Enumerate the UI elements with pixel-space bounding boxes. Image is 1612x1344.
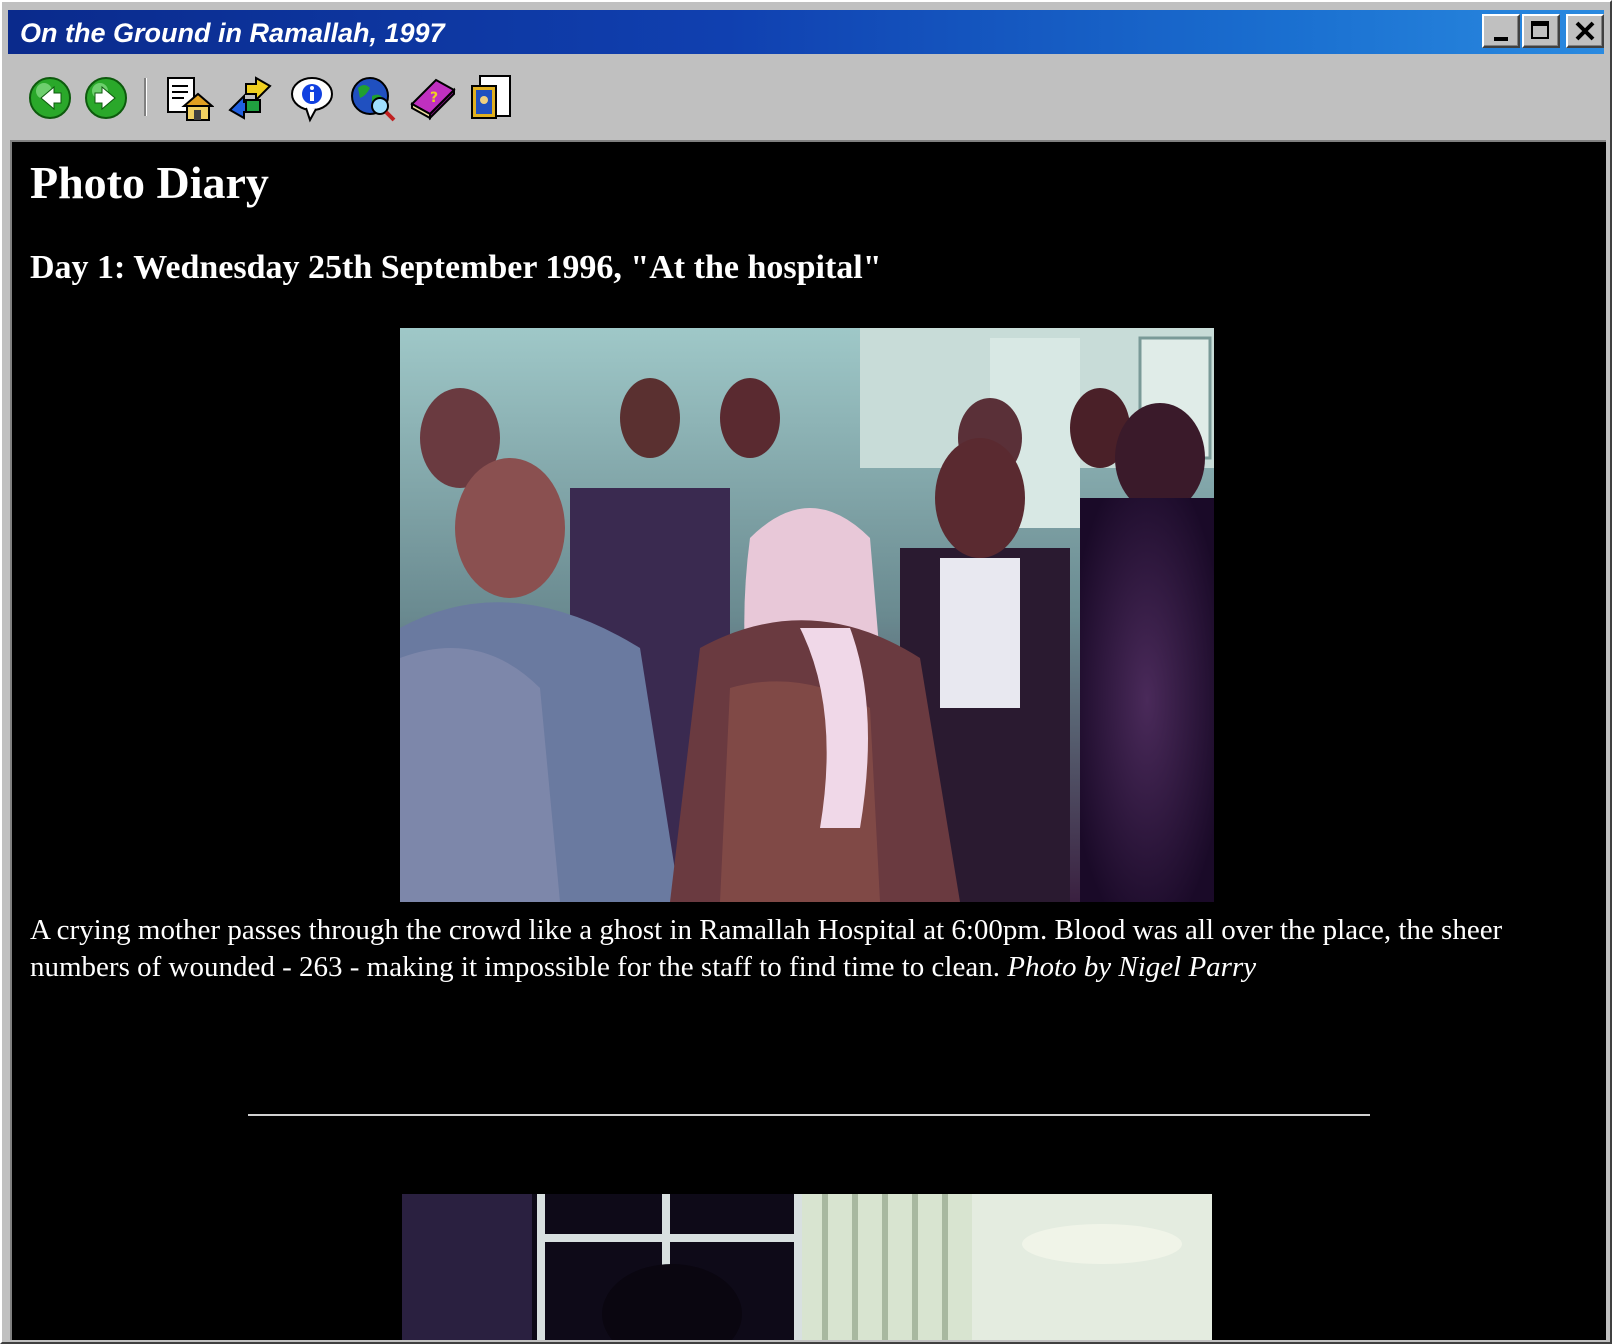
page-title: Photo Diary bbox=[30, 157, 269, 208]
hospital-room-photo bbox=[402, 1194, 1212, 1340]
toolbar-separator bbox=[144, 78, 147, 116]
svg-text:?: ? bbox=[430, 90, 438, 106]
home-page-icon[interactable] bbox=[162, 72, 214, 124]
close-icon bbox=[1575, 21, 1595, 41]
toolbar: ? bbox=[8, 58, 1604, 138]
maximize-button[interactable] bbox=[1522, 14, 1560, 48]
caption-text: A crying mother passes through the crowd… bbox=[30, 914, 1503, 983]
browser-window: On the Ground in Ramallah, 1997 ? Photo … bbox=[0, 0, 1612, 1344]
close-button[interactable] bbox=[1566, 14, 1604, 48]
info-bubble-icon[interactable] bbox=[286, 72, 338, 124]
title-bar[interactable]: On the Ground in Ramallah, 1997 bbox=[8, 10, 1604, 54]
minimize-button[interactable] bbox=[1482, 14, 1520, 48]
maximize-icon bbox=[1531, 21, 1549, 39]
horizontal-rule bbox=[248, 1114, 1370, 1116]
hospital-crowd-photo bbox=[400, 328, 1214, 902]
photo-caption: A crying mother passes through the crowd… bbox=[30, 912, 1590, 986]
day-heading: Day 1: Wednesday 25th September 1996, "A… bbox=[30, 249, 882, 286]
framed-picture-icon[interactable] bbox=[466, 72, 518, 124]
globe-search-icon[interactable] bbox=[346, 72, 398, 124]
photo-credit: Photo by Nigel Parry bbox=[1007, 951, 1257, 983]
minimize-icon bbox=[1494, 37, 1508, 41]
linked-arrows-icon[interactable] bbox=[224, 72, 276, 124]
back-arrow-icon[interactable] bbox=[24, 72, 76, 124]
help-book-icon[interactable]: ? bbox=[406, 72, 458, 124]
window-title: On the Ground in Ramallah, 1997 bbox=[20, 18, 445, 48]
page-content: Photo Diary Day 1: Wednesday 25th Septem… bbox=[10, 140, 1606, 1340]
forward-arrow-icon[interactable] bbox=[80, 72, 132, 124]
